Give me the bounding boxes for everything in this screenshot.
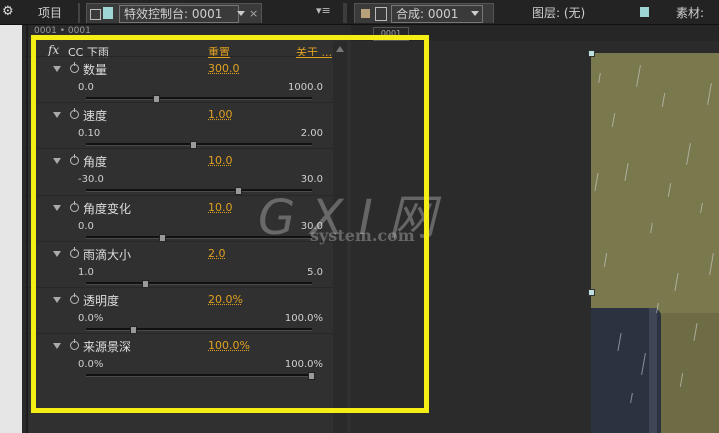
background-wall xyxy=(591,53,719,313)
gear-icon[interactable]: ⚙ xyxy=(2,4,14,19)
left-edge xyxy=(0,0,26,433)
rain-streak xyxy=(693,323,698,341)
tab-composition[interactable]: 合成: 0001 xyxy=(354,3,494,23)
tab-footage[interactable]: 素材: xyxy=(676,3,704,23)
composition-dropdown[interactable]: 合成: 0001 xyxy=(391,5,483,23)
rain-streak xyxy=(679,373,684,387)
panel-menu-icon[interactable] xyxy=(361,9,370,18)
layer-handle-middle[interactable] xyxy=(588,289,595,296)
close-icon[interactable]: × xyxy=(249,4,258,24)
panel-divider xyxy=(343,3,347,23)
panel-options-icon[interactable]: ▾≡ xyxy=(316,4,331,17)
highlight-box xyxy=(31,35,429,413)
lock-icon[interactable] xyxy=(103,7,113,19)
composition-viewer[interactable] xyxy=(591,53,719,433)
cup-highlight xyxy=(649,308,657,433)
effect-controls-dropdown[interactable]: 特效控制台: 0001 xyxy=(119,5,239,23)
chevron-down-icon xyxy=(237,11,245,16)
panel-tab-bar: ⚙ 项目 特效控制台: 0001 × ▾≡ 合成: 0001 图层: (无) 素… xyxy=(0,0,719,25)
lock-icon[interactable] xyxy=(375,7,387,21)
layer-icon xyxy=(640,7,649,17)
panel-divider xyxy=(78,3,80,23)
chevron-down-icon xyxy=(471,11,479,16)
tab-effect-controls[interactable]: 特效控制台: 0001 × xyxy=(86,3,262,23)
tab-project[interactable]: 项目 xyxy=(38,3,62,23)
panel-menu-icon[interactable] xyxy=(90,9,101,20)
layer-handle-top[interactable] xyxy=(588,50,595,57)
tab-layer[interactable]: 图层: (无) xyxy=(532,3,585,23)
